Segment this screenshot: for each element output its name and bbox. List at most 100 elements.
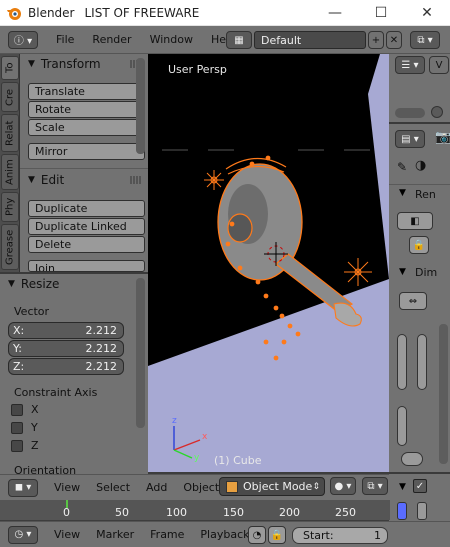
duplicate-button[interactable]: Duplicate bbox=[28, 200, 145, 217]
color-swatch[interactable] bbox=[397, 502, 407, 520]
delete-button[interactable]: Delete bbox=[28, 236, 145, 253]
timeline-ruler[interactable] bbox=[0, 500, 390, 520]
tab-animation[interactable]: Anim bbox=[1, 154, 19, 190]
close-button[interactable]: ✕ bbox=[404, 0, 450, 26]
render-camera-icon[interactable]: 📷 bbox=[435, 130, 450, 145]
edit-panel-header[interactable]: ▼ Edit bbox=[20, 170, 148, 190]
pivot-point-icon[interactable]: ⧉ ▾ bbox=[362, 477, 388, 495]
timeline-tick-150: 150 bbox=[223, 506, 244, 519]
outliner-editor-type-icon[interactable]: ☰ ▾ bbox=[395, 56, 425, 74]
tab-relations[interactable]: Relat bbox=[1, 114, 19, 152]
tab-create[interactable]: Cre bbox=[1, 82, 19, 112]
menu-object[interactable]: Object bbox=[183, 481, 219, 494]
resolution-x-slider[interactable] bbox=[397, 334, 407, 390]
timeline-menu-view[interactable]: View bbox=[54, 528, 80, 541]
redo-panel-scrollbar[interactable] bbox=[136, 278, 145, 428]
menu-render[interactable]: Render bbox=[92, 33, 131, 46]
timeline-menu-frame[interactable]: Frame bbox=[150, 528, 184, 541]
remove-layout-icon[interactable]: ✕ bbox=[386, 31, 402, 49]
timeline-editor-type-icon[interactable]: ◷ ▾ bbox=[8, 525, 38, 544]
transform-panel-header[interactable]: ▼ Transform bbox=[20, 54, 148, 74]
constraint-axis-label: Constraint Axis bbox=[14, 386, 98, 399]
document-title: LIST OF FREEWARE bbox=[84, 5, 200, 20]
operator-redo-panel: ▼ Resize Vector X: 2.212 Y: 2.212 Z: 2.2… bbox=[0, 274, 148, 477]
outliner-search-field[interactable] bbox=[395, 108, 425, 118]
minimize-button[interactable]: — bbox=[312, 0, 358, 26]
duplicate-linked-button[interactable]: Duplicate Linked bbox=[28, 218, 145, 235]
translate-button[interactable]: Translate bbox=[28, 83, 145, 100]
interaction-mode-value: Object Mode bbox=[243, 480, 313, 493]
outliner-view-icon[interactable]: V bbox=[429, 56, 449, 74]
tab-tools[interactable]: To bbox=[1, 56, 19, 80]
constraint-x-checkbox[interactable] bbox=[11, 404, 23, 416]
lock-icon[interactable]: 🔒 bbox=[268, 526, 286, 544]
timeline-menu-marker[interactable]: Marker bbox=[96, 528, 134, 541]
constraint-y-label: Y bbox=[31, 421, 38, 434]
viewport-shading-icon[interactable]: ● ▾ bbox=[330, 477, 356, 495]
properties-editor-lower: ▼ ✓ bbox=[389, 474, 450, 521]
collapse-arrow-icon: ▼ bbox=[399, 188, 406, 198]
aspect-toggle[interactable] bbox=[401, 452, 423, 466]
vector-x-field[interactable]: X: 2.212 bbox=[8, 322, 124, 339]
resolution-y-slider[interactable] bbox=[417, 334, 427, 390]
rotate-button[interactable]: Rotate bbox=[28, 101, 145, 118]
add-layout-icon[interactable]: + bbox=[368, 31, 384, 49]
scene-render-icon[interactable]: ◑ bbox=[415, 158, 426, 173]
start-frame-field[interactable]: Start: 1 bbox=[292, 527, 388, 544]
frame-range-slider[interactable] bbox=[397, 406, 407, 446]
pin-icon[interactable]: ✎ bbox=[397, 160, 407, 174]
properties-scrollbar[interactable] bbox=[439, 324, 448, 464]
screen-layout-icon[interactable]: ▦ bbox=[226, 31, 252, 49]
keying-icon[interactable]: ◔ bbox=[248, 526, 266, 544]
constraint-x-label: X bbox=[31, 403, 39, 416]
constraint-z-checkbox[interactable] bbox=[11, 440, 23, 452]
vector-y-field[interactable]: Y: 2.212 bbox=[8, 340, 124, 357]
app-name: Blender bbox=[28, 5, 75, 20]
render-lock-icon[interactable]: 🔒 bbox=[409, 236, 429, 254]
properties-editor: ▤ ▾ 📷 ✎ ◑ ▼ Ren ◧ 🔒 ▼ Dim ⇔ bbox=[389, 124, 450, 472]
render-image-button[interactable]: ◧ bbox=[397, 212, 433, 230]
screen-layout-field[interactable]: Default bbox=[254, 31, 366, 49]
edit-panel-title: Edit bbox=[40, 173, 65, 187]
render-panel-label: Ren bbox=[415, 188, 436, 201]
join-button[interactable]: Join bbox=[28, 260, 145, 272]
mirror-button[interactable]: Mirror bbox=[28, 143, 145, 160]
toolshelf-scrollbar[interactable] bbox=[136, 58, 145, 154]
panel-grip-icon[interactable] bbox=[130, 176, 142, 184]
vector-y-value: 2.212 bbox=[85, 342, 118, 355]
tab-physics[interactable]: Phy bbox=[1, 192, 19, 222]
vector-x-label: X: bbox=[13, 324, 25, 337]
scene-icon[interactable]: ⧉ ▾ bbox=[410, 31, 440, 49]
mesh-goggle[interactable] bbox=[227, 213, 253, 243]
constraint-z-label: Z bbox=[31, 439, 39, 452]
axis-z-label: z bbox=[172, 416, 177, 426]
constraint-y-checkbox[interactable] bbox=[11, 422, 23, 434]
menu-view[interactable]: View bbox=[54, 481, 80, 494]
maximize-button[interactable]: ☐ bbox=[358, 0, 404, 26]
value-slider[interactable] bbox=[417, 502, 427, 520]
collapse-arrow-icon: ▼ bbox=[8, 279, 15, 289]
vector-z-value: 2.212 bbox=[85, 360, 118, 373]
menu-file[interactable]: File bbox=[56, 33, 74, 46]
viewport-editor-type-icon[interactable]: ◼ ▾ bbox=[8, 478, 38, 497]
dimension-preset-button[interactable]: ⇔ bbox=[399, 292, 427, 310]
properties-editor-type-icon[interactable]: ▤ ▾ bbox=[395, 130, 425, 148]
vector-z-field[interactable]: Z: 2.212 bbox=[8, 358, 124, 375]
tab-grease-pencil[interactable]: Grease bbox=[1, 224, 19, 270]
scale-button[interactable]: Scale bbox=[28, 119, 145, 136]
menu-window[interactable]: Window bbox=[150, 33, 193, 46]
menu-select[interactable]: Select bbox=[96, 481, 130, 494]
resize-panel-header[interactable]: ▼ Resize bbox=[0, 274, 148, 294]
active-object-label: (1) Cube bbox=[214, 454, 262, 467]
timeline-menu-playback[interactable]: Playback bbox=[200, 528, 249, 541]
blender-logo-icon bbox=[7, 7, 21, 20]
selected-empty-icon[interactable] bbox=[344, 258, 372, 286]
editor-type-info-icon[interactable]: ⓘ ▾ bbox=[8, 30, 38, 49]
3d-viewport[interactable]: User Persp z x y (1) Cube bbox=[148, 54, 389, 472]
view-name: User Persp bbox=[168, 63, 227, 76]
outliner-filter-icon[interactable] bbox=[431, 106, 443, 118]
checkbox-checked-icon[interactable]: ✓ bbox=[413, 479, 427, 493]
menu-add[interactable]: Add bbox=[146, 481, 167, 494]
selected-lamp-icon[interactable] bbox=[204, 170, 224, 190]
interaction-mode-dropdown[interactable]: Object Mode ⇕ bbox=[219, 477, 325, 496]
